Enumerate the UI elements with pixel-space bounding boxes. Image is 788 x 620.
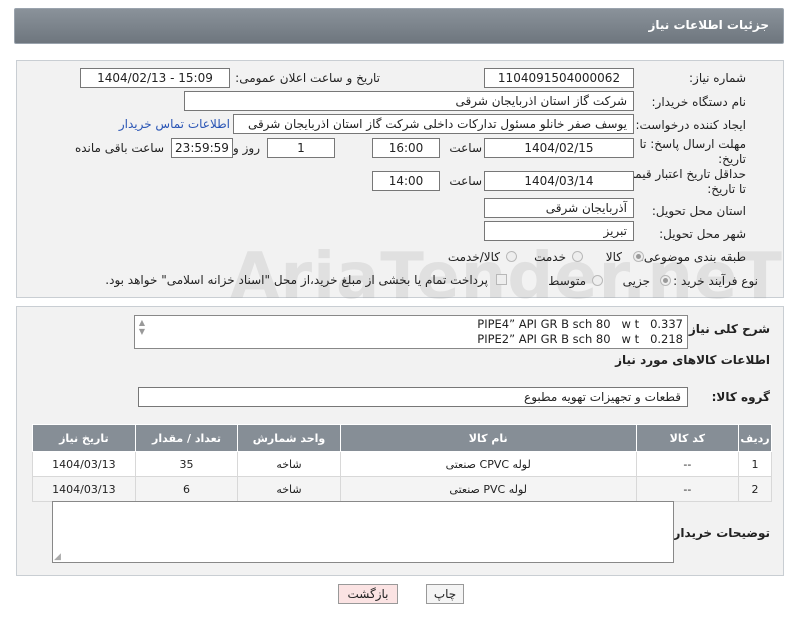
category-option-goods-service: کالا/خدمت: [447, 250, 500, 264]
cell-name: لوله CPVC صنعتی: [339, 451, 637, 477]
category-radio-goods-service[interactable]: [506, 251, 517, 262]
reply-time-label: ساعت: [449, 141, 482, 155]
goods-table: ردیف کد کالا نام کالا واحد شمارش تعداد /…: [32, 424, 772, 502]
cell-qty: 6: [134, 476, 239, 502]
cell-code: --: [635, 476, 740, 502]
summary-textarea[interactable]: PIPE4” API GR B sch 80 w t 0.337 PIPE2” …: [134, 315, 688, 349]
buyer-org-label: نام دستگاه خریدار:: [651, 95, 747, 109]
buyer-notes-textarea[interactable]: ◢: [52, 501, 674, 563]
reply-date-field: 1404/02/15: [484, 138, 634, 158]
days-label: روز و: [233, 141, 260, 155]
summary-line-2: PIPE2” API GR B sch 80 w t 0.218: [477, 332, 683, 346]
treasury-payment-note: پرداخت تمام یا بخشی از مبلغ خرید،از محل …: [105, 273, 488, 287]
remaining-time-field: 23:59:59: [171, 138, 233, 158]
table-row: 2 -- لوله PVC صنعتی شاخه 6 1404/03/13: [32, 476, 772, 502]
treasury-payment-checkbox[interactable]: [496, 274, 507, 285]
process-radio-minor[interactable]: [660, 275, 671, 286]
price-validity-label: حداقل تاریخ اعتبار قیمت:: [619, 167, 746, 181]
print-button[interactable]: چاپ: [426, 584, 464, 604]
price-validity-label-date: تا تاریخ:: [707, 182, 746, 196]
process-option-minor: جزیی: [622, 274, 650, 288]
price-time-field: 14:00: [372, 171, 440, 191]
province-field: آذربایجان شرقی: [484, 198, 634, 218]
cell-qty: 35: [134, 451, 239, 477]
remaining-time-label: ساعت باقی مانده: [74, 141, 164, 155]
process-option-medium: متوسط: [548, 274, 586, 288]
table-row: 1 -- لوله CPVC صنعتی شاخه 35 1404/03/13: [32, 451, 772, 477]
col-unit: واحد شمارش: [237, 424, 341, 452]
category-radio-goods[interactable]: [633, 251, 644, 262]
col-date: تاریخ نیاز: [32, 424, 136, 452]
buyer-org-field: شرکت گاز استان اذربایجان شرقی: [184, 91, 634, 111]
cell-date: 1404/03/13: [32, 476, 136, 502]
cell-row: 2: [738, 476, 772, 502]
city-field: تبریز: [484, 221, 634, 241]
goods-section-title: اطلاعات کالاهای مورد نیاز: [615, 353, 770, 367]
col-name: نام کالا: [339, 424, 637, 452]
announce-datetime-field: 1404/02/13 - 15:09: [80, 68, 230, 88]
category-option-service: خدمت: [534, 250, 566, 264]
summary-line-1: PIPE4” API GR B sch 80 w t 0.337: [477, 317, 683, 331]
cell-unit: شاخه: [237, 451, 341, 477]
category-option-goods: کالا: [605, 250, 622, 264]
process-type-label: نوع فرآیند خرید :: [673, 274, 758, 288]
creator-field: یوسف صفر خانلو مسئول تدارکات داخلی شرکت …: [233, 114, 634, 134]
need-number-field: 1104091504000062: [484, 68, 634, 88]
buyer-contact-link[interactable]: اطلاعات تماس خریدار: [119, 117, 230, 131]
reply-deadline-label: مهلت ارسال پاسخ: تا: [639, 137, 746, 151]
buyer-notes-label: توضیحات خریدار:: [668, 526, 770, 540]
cell-row: 1: [738, 451, 772, 477]
summary-label: شرح کلی نیاز:: [684, 322, 770, 336]
announce-datetime-label: تاریخ و ساعت اعلان عمومی:: [235, 71, 380, 85]
cell-unit: شاخه: [237, 476, 341, 502]
page-title: جزئیات اطلاعات نیاز: [648, 18, 769, 32]
resize-handle-icon[interactable]: ◢: [54, 552, 61, 562]
cell-name: لوله PVC صنعتی: [339, 476, 637, 502]
price-time-label: ساعت: [449, 174, 482, 188]
reply-deadline-label-date: تاریخ:: [718, 152, 746, 166]
price-date-field: 1404/03/14: [484, 171, 634, 191]
remaining-days-field: 1: [267, 138, 335, 158]
col-code: کد کالا: [635, 424, 740, 452]
process-radio-medium[interactable]: [592, 275, 603, 286]
goods-table-header: ردیف کد کالا نام کالا واحد شمارش تعداد /…: [32, 424, 772, 452]
category-radio-service[interactable]: [572, 251, 583, 262]
cell-code: --: [635, 451, 740, 477]
summary-scrollbar[interactable]: ▲ ▼: [137, 318, 147, 346]
cell-date: 1404/03/13: [32, 451, 136, 477]
goods-group-field: قطعات و تجهیزات تهویه مطبوع: [138, 387, 688, 407]
city-label: شهر محل تحویل:: [659, 227, 746, 241]
goods-group-label: گروه کالا:: [711, 390, 770, 404]
need-number-label: شماره نیاز:: [689, 71, 746, 85]
col-row: ردیف: [738, 424, 772, 452]
province-label: استان محل تحویل:: [651, 204, 746, 218]
page-header: جزئیات اطلاعات نیاز: [14, 8, 784, 44]
col-qty: تعداد / مقدار: [134, 424, 239, 452]
creator-label: ایجاد کننده درخواست:: [635, 118, 746, 132]
back-button[interactable]: بازگشت: [338, 584, 398, 604]
category-label: طبقه بندی موضوعی:: [639, 250, 746, 264]
reply-time-field: 16:00: [372, 138, 440, 158]
